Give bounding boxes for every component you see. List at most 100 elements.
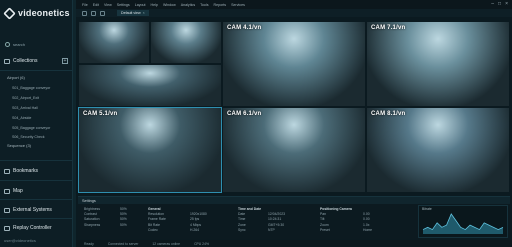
- menu-item[interactable]: Services: [231, 3, 245, 7]
- sidebar-section-replay-controller[interactable]: Replay Controller: [4, 225, 52, 231]
- setting-text: Time: [238, 217, 246, 222]
- menu-bar: File Edit View Settings Layout Help Window Anal…: [76, 0, 512, 9]
- layout-icon[interactable]: [82, 10, 87, 16]
- settings-col-1-values: 50% 50% 50% 50%: [120, 207, 127, 228]
- camera-tile[interactable]: [78, 64, 222, 107]
- setting-text: Contrast: [84, 212, 97, 217]
- divider: [0, 180, 73, 181]
- replay-icon: [4, 225, 10, 231]
- camera-feed: [367, 22, 509, 106]
- tab-label: Default view: [121, 11, 141, 15]
- minimize-icon[interactable]: –: [491, 1, 494, 7]
- app-window: videonetics search Collections + Airport…: [0, 0, 512, 247]
- setting-text: NTP: [268, 227, 275, 232]
- column-title: Positioning Camera: [320, 207, 352, 211]
- map-label: Map: [13, 188, 23, 194]
- camera-feed: [79, 108, 221, 192]
- menu-item[interactable]: View: [104, 3, 112, 7]
- camera-list-item[interactable]: S02_Airport_Exit: [12, 96, 39, 100]
- setting-text: Saturation: [84, 217, 100, 222]
- bookmark-icon: [4, 168, 10, 174]
- sidebar-section-external-systems[interactable]: External Systems: [4, 207, 52, 213]
- camera-feed: [79, 65, 221, 106]
- setting-text: Tilt: [320, 217, 325, 222]
- replay-controller-label: Replay Controller: [13, 225, 52, 231]
- divider: [0, 218, 73, 219]
- sidebar-section-map[interactable]: Map: [4, 188, 23, 194]
- tab-default-view[interactable]: Default view ×: [117, 10, 149, 16]
- setting-text: Brightness: [84, 207, 101, 211]
- bitrate-chart: Bitrate: [418, 205, 508, 238]
- tree-group-airport[interactable]: Airport (6): [7, 75, 25, 80]
- camera-label: CAM 8.1/vn: [371, 111, 406, 117]
- camera-tile[interactable]: [150, 21, 222, 64]
- camera-label: CAM 4.1/vn: [227, 25, 262, 31]
- menu-item[interactable]: Help: [151, 3, 158, 7]
- camera-tile[interactable]: CAM 5.1/vn: [78, 107, 222, 193]
- camera-list-item[interactable]: S06_Security Check: [12, 135, 45, 139]
- menu-item[interactable]: Reports: [214, 3, 227, 7]
- close-tab-icon[interactable]: ×: [143, 11, 145, 15]
- tree-group-sequences[interactable]: Sequence (3): [7, 143, 31, 148]
- menu-item[interactable]: Edit: [93, 3, 99, 7]
- sidebar-collapse-handle[interactable]: [73, 0, 76, 247]
- setting-text: Zone: [238, 222, 246, 227]
- menu-item[interactable]: Analytics: [181, 3, 195, 7]
- camera-tile[interactable]: CAM 8.1/vn: [366, 107, 510, 193]
- menu-item[interactable]: Layout: [135, 3, 146, 7]
- close-icon[interactable]: ×: [505, 1, 508, 7]
- search-input[interactable]: search: [5, 40, 67, 49]
- column-title: General: [148, 207, 161, 211]
- window-controls: – □ ×: [491, 1, 508, 7]
- camera-feed: [223, 108, 365, 192]
- divider: [0, 199, 73, 200]
- camera-list-item[interactable]: S03_Arrival Hall: [12, 106, 38, 110]
- setting-text: Bit Rate: [148, 222, 161, 227]
- fullscreen-icon[interactable]: [100, 10, 105, 16]
- camera-tile[interactable]: CAM 6.1/vn: [222, 107, 366, 193]
- folder-icon: [4, 58, 10, 64]
- settings-col-3-values: 12/04/2023 10:24:31 GMT+5:30 NTP: [268, 207, 285, 233]
- settings-tab[interactable]: Settings: [82, 199, 96, 203]
- search-icon: [5, 42, 10, 47]
- setting-text: Preset: [320, 227, 330, 232]
- sidebar-section-bookmarks[interactable]: Bookmarks: [4, 168, 38, 174]
- camera-label: CAM 5.1/vn: [83, 111, 118, 117]
- camera-tile[interactable]: [78, 21, 150, 64]
- sidebar-section-collections[interactable]: Collections: [4, 58, 37, 64]
- setting-text: Date: [238, 212, 246, 217]
- menu-item[interactable]: Window: [163, 3, 176, 7]
- external-systems-label: External Systems: [13, 207, 52, 213]
- setting-text: 0.00: [363, 217, 370, 222]
- setting-text: 0.00: [363, 212, 370, 217]
- brand-name: videonetics: [18, 8, 70, 18]
- menu-item[interactable]: Settings: [117, 3, 130, 7]
- setting-text: 4 Mbps: [190, 222, 202, 227]
- setting-text: 12/04/2023: [268, 212, 285, 217]
- maximize-icon[interactable]: □: [498, 1, 501, 7]
- settings-col-2-values: 1920x1080 25 fps 4 Mbps H.264: [190, 207, 207, 233]
- camera-list-item[interactable]: S05_Baggage conveyor: [12, 126, 50, 130]
- settings-col-4: Positioning Camera Pan Tilt Zoom Preset: [320, 207, 352, 233]
- setting-text: 10:24:31: [268, 217, 282, 222]
- setting-text: 50%: [120, 207, 127, 211]
- status-item: 12 cameras online: [152, 241, 181, 246]
- camera-list-item[interactable]: S01_Baggage conveyor: [12, 86, 50, 90]
- status-item: Connected to server: [107, 241, 139, 246]
- camera-list-item[interactable]: S04_Airside: [12, 116, 31, 120]
- camera-tile[interactable]: CAM 4.1/vn: [222, 21, 366, 107]
- divider: [0, 70, 73, 71]
- grid-icon[interactable]: [91, 10, 96, 16]
- setting-text: 1920x1080: [190, 212, 207, 217]
- setting-text: 25 fps: [190, 217, 200, 222]
- setting-text: Codec: [148, 227, 158, 232]
- menu-item[interactable]: File: [82, 3, 88, 7]
- menu-item[interactable]: Tools: [200, 3, 208, 7]
- camera-feed: [79, 22, 149, 63]
- camera-grid: CAM 4.1/vn CAM 7.1/vn CAM 5.1/vn CAM 6.1/vn…: [78, 21, 510, 193]
- panel-header: Settings: [78, 197, 510, 204]
- setting-text: Pan: [320, 212, 327, 217]
- plug-icon: [4, 207, 10, 213]
- camera-tile[interactable]: CAM 7.1/vn: [366, 21, 510, 107]
- add-collection-button[interactable]: +: [62, 58, 68, 64]
